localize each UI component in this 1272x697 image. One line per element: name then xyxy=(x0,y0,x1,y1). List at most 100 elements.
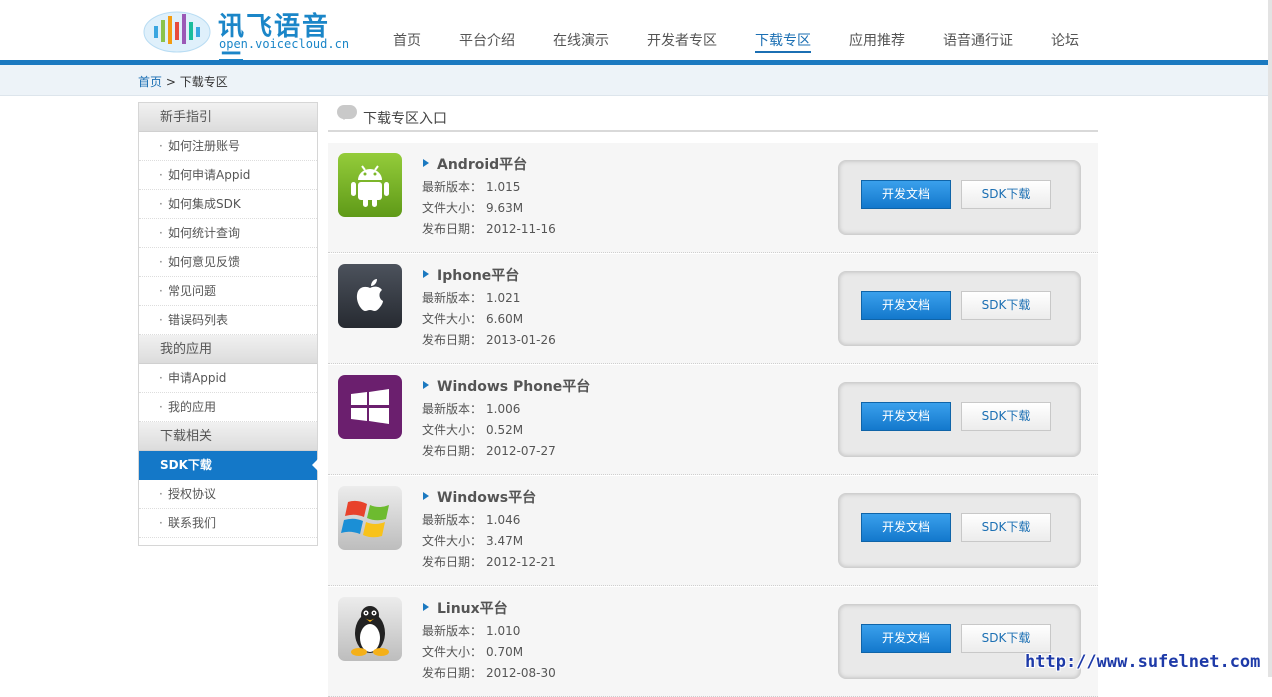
nav-app-recommend[interactable]: 应用推荐 xyxy=(849,30,905,50)
speech-bubble-icon xyxy=(337,105,357,120)
sidebar-item-faq[interactable]: 常见问题 xyxy=(139,277,317,306)
sidebar-item-integrate-sdk[interactable]: 如何集成SDK xyxy=(139,190,317,219)
sidebar-item-request-appid[interactable]: 申请Appid xyxy=(139,364,317,393)
version-value: 1.010 xyxy=(486,624,521,638)
dev-docs-button[interactable]: 开发文档 xyxy=(861,291,951,320)
sidebar-item-license[interactable]: 授权协议 xyxy=(139,480,317,509)
nav-platform-intro[interactable]: 平台介绍 xyxy=(459,30,515,50)
sdk-download-button[interactable]: SDK下载 xyxy=(961,291,1051,320)
platform-row-iphone: Iphone平台 最新版本： 1.021 文件大小： 6.60M 发布日期： 2013… xyxy=(328,254,1098,364)
date-value: 2012-11-16 xyxy=(486,222,556,236)
sidebar-group-title: 我的应用 xyxy=(139,335,317,364)
version-value: 1.021 xyxy=(486,291,521,305)
sidebar-item-my-apps[interactable]: 我的应用 xyxy=(139,393,317,422)
breadcrumb-home-link[interactable]: 首页 xyxy=(138,75,162,89)
sidebar: 新手指引 如何注册账号 如何申请Appid 如何集成SDK 如何统计查询 如何意… xyxy=(138,102,318,546)
sdk-download-button[interactable]: SDK下载 xyxy=(961,624,1051,653)
button-panel: 开发文档 SDK下载 xyxy=(838,160,1081,235)
page-scrollbar[interactable] xyxy=(1268,0,1272,677)
sidebar-item-sdk-download[interactable]: SDK下载 xyxy=(139,451,318,480)
sidebar-item-error-codes[interactable]: 错误码列表 xyxy=(139,306,317,335)
platform-name[interactable]: Android平台 xyxy=(422,154,556,174)
platform-row-windows: Windows平台 最新版本： 1.046 文件大小： 3.47M 发布日期： 201… xyxy=(328,476,1098,586)
version-label: 最新版本： xyxy=(422,624,483,638)
platform-name[interactable]: Windows平台 xyxy=(422,487,556,507)
date-label: 发布日期： xyxy=(422,666,483,680)
logo-cloud-icon xyxy=(143,11,211,53)
date-label: 发布日期： xyxy=(422,555,483,569)
watermark-text: http://www.sufelnet.com xyxy=(1025,652,1261,672)
sidebar-item-register[interactable]: 如何注册账号 xyxy=(139,132,317,161)
sidebar-group-title: 下载相关 xyxy=(139,422,317,451)
dev-docs-button[interactable]: 开发文档 xyxy=(861,402,951,431)
version-label: 最新版本： xyxy=(422,180,483,194)
breadcrumb-current: 下载专区 xyxy=(179,75,228,89)
sdk-download-button[interactable]: SDK下载 xyxy=(961,180,1051,209)
site-logo[interactable]: 讯飞语音云 open.voicecloud.cn xyxy=(142,2,357,79)
windows-phone-icon xyxy=(338,375,402,439)
site-header: 讯飞语音云 open.voicecloud.cn 首页 平台介绍 在线演示 开发… xyxy=(0,0,1272,79)
size-value: 6.60M xyxy=(486,312,524,326)
dev-docs-button[interactable]: 开发文档 xyxy=(861,513,951,542)
platform-info: Iphone平台 最新版本： 1.021 文件大小： 6.60M 发布日期： 2013… xyxy=(422,265,556,351)
nav-voice-pass[interactable]: 语音通行证 xyxy=(943,30,1013,50)
date-label: 发布日期： xyxy=(422,444,483,458)
size-value: 9.63M xyxy=(486,201,524,215)
platform-row-android: Android平台 最新版本： 1.015 文件大小： 9.63M 发布日期： 201… xyxy=(328,143,1098,253)
section-title: 下载专区入口 xyxy=(363,111,447,127)
size-value: 3.47M xyxy=(486,534,524,548)
date-value: 2012-07-27 xyxy=(486,444,556,458)
nav-developer-zone[interactable]: 开发者专区 xyxy=(647,30,717,50)
sidebar-item-contact[interactable]: 联系我们 xyxy=(139,509,317,538)
size-label: 文件大小： xyxy=(422,423,483,437)
version-value: 1.015 xyxy=(486,180,521,194)
size-value: 0.70M xyxy=(486,645,524,659)
size-value: 0.52M xyxy=(486,423,524,437)
version-value: 1.006 xyxy=(486,402,521,416)
logo-domain-text: open.voicecloud.cn xyxy=(219,37,350,51)
sidebar-item-feedback[interactable]: 如何意见反馈 xyxy=(139,248,317,277)
platform-name[interactable]: Iphone平台 xyxy=(422,265,556,285)
breadcrumb-bar: 首页 > 下载专区 xyxy=(0,65,1268,96)
apple-icon xyxy=(338,264,402,328)
button-panel: 开发文档 SDK下载 xyxy=(838,382,1081,457)
nav-forum[interactable]: 论坛 xyxy=(1051,30,1079,50)
nav-home[interactable]: 首页 xyxy=(393,30,421,50)
sdk-download-button[interactable]: SDK下载 xyxy=(961,513,1051,542)
version-label: 最新版本： xyxy=(422,291,483,305)
platform-info: Linux平台 最新版本： 1.010 文件大小： 0.70M 发布日期： 2012-… xyxy=(422,598,556,684)
dev-docs-button[interactable]: 开发文档 xyxy=(861,624,951,653)
size-label: 文件大小： xyxy=(422,201,483,215)
sdk-download-button[interactable]: SDK下载 xyxy=(961,402,1051,431)
sidebar-group-title: 新手指引 xyxy=(139,103,317,132)
platform-info: Windows Phone平台 最新版本： 1.006 文件大小： 0.52M 发布… xyxy=(422,376,590,462)
date-label: 发布日期： xyxy=(422,333,483,347)
dev-docs-button[interactable]: 开发文档 xyxy=(861,180,951,209)
date-value: 2013-01-26 xyxy=(486,333,556,347)
version-label: 最新版本： xyxy=(422,513,483,527)
size-label: 文件大小： xyxy=(422,312,483,326)
platform-row-linux: Linux平台 最新版本： 1.010 文件大小： 0.70M 发布日期： 2012-… xyxy=(328,587,1098,697)
version-value: 1.046 xyxy=(486,513,521,527)
button-panel: 开发文档 SDK下载 xyxy=(838,271,1081,346)
size-label: 文件大小： xyxy=(422,534,483,548)
windows-icon xyxy=(338,486,402,550)
version-label: 最新版本： xyxy=(422,402,483,416)
date-label: 发布日期： xyxy=(422,222,483,236)
linux-tux-icon xyxy=(338,597,402,661)
nav-online-demo[interactable]: 在线演示 xyxy=(553,30,609,50)
sidebar-item-apply-appid[interactable]: 如何申请Appid xyxy=(139,161,317,190)
platform-row-windows-phone: Windows Phone平台 最新版本： 1.006 文件大小： 0.52M 发布… xyxy=(328,365,1098,475)
android-icon xyxy=(338,153,402,217)
nav-download-zone[interactable]: 下载专区 xyxy=(755,30,811,53)
sidebar-item-statistics[interactable]: 如何统计查询 xyxy=(139,219,317,248)
platform-name[interactable]: Linux平台 xyxy=(422,598,556,618)
platform-info: Android平台 最新版本： 1.015 文件大小： 9.63M 发布日期： 201… xyxy=(422,154,556,240)
date-value: 2012-12-21 xyxy=(486,555,556,569)
date-value: 2012-08-30 xyxy=(486,666,556,680)
platform-name[interactable]: Windows Phone平台 xyxy=(422,376,590,396)
button-panel: 开发文档 SDK下载 xyxy=(838,493,1081,568)
breadcrumb: 首页 > 下载专区 xyxy=(138,73,228,90)
platform-info: Windows平台 最新版本： 1.046 文件大小： 3.47M 发布日期： 201… xyxy=(422,487,556,573)
breadcrumb-separator: > xyxy=(165,75,176,89)
